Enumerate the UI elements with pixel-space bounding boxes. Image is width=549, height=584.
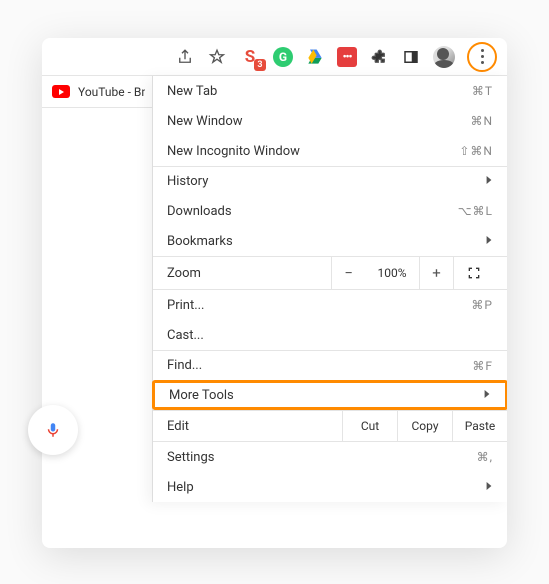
- kebab-dot-icon: [481, 49, 484, 52]
- shortcut: ⌘T: [472, 84, 493, 98]
- voice-search-button[interactable]: [28, 405, 78, 455]
- kebab-dot-icon: [481, 55, 484, 58]
- zoom-controls: − 100% +: [331, 256, 493, 290]
- zoom-out-button[interactable]: −: [331, 256, 365, 290]
- menu-item-downloads[interactable]: Downloads ⌥⌘L: [153, 196, 507, 226]
- menu-label: Bookmarks: [167, 234, 233, 249]
- shortcut: ⌘P: [471, 298, 493, 312]
- menu-item-new-incognito[interactable]: New Incognito Window ⇧⌘N: [153, 136, 507, 166]
- menu-label: Print...: [167, 298, 204, 313]
- menu-item-help[interactable]: Help: [153, 472, 507, 502]
- microphone-icon: [44, 419, 62, 441]
- menu-label: Help: [167, 480, 194, 495]
- submenu-arrow-icon: [485, 234, 493, 249]
- edit-cut-button[interactable]: Cut: [342, 411, 397, 441]
- zoom-in-button[interactable]: +: [419, 256, 453, 290]
- menu-label: New Incognito Window: [167, 144, 300, 159]
- menu-label: Cast...: [167, 328, 204, 343]
- menu-item-bookmarks[interactable]: Bookmarks: [153, 226, 507, 256]
- menu-item-more-tools[interactable]: More Tools: [152, 380, 507, 410]
- fullscreen-button[interactable]: [453, 256, 493, 290]
- menu-label: History: [167, 174, 208, 189]
- browser-window: S 3 G ••• YouTube - Br New Tab ⌘T New: [42, 38, 507, 548]
- menu-item-history[interactable]: History: [153, 166, 507, 196]
- menu-item-new-tab[interactable]: New Tab ⌘T: [153, 76, 507, 106]
- menu-item-find[interactable]: Find... ⌘F: [153, 350, 507, 380]
- shortcut: ⌘,: [477, 450, 493, 464]
- browser-toolbar: S 3 G •••: [42, 38, 507, 76]
- youtube-favicon-icon: [52, 85, 70, 98]
- tab-title[interactable]: YouTube - Br: [78, 85, 145, 99]
- menu-item-zoom: Zoom − 100% +: [153, 256, 507, 290]
- kebab-dot-icon: [481, 61, 484, 64]
- extension-s-icon[interactable]: S 3: [239, 46, 261, 68]
- submenu-arrow-icon: [485, 174, 493, 189]
- zoom-value: 100%: [365, 266, 419, 280]
- menu-label: New Tab: [167, 84, 217, 99]
- reader-panel-icon[interactable]: [401, 47, 421, 67]
- google-drive-icon[interactable]: [305, 47, 325, 67]
- menu-item-cast[interactable]: Cast...: [153, 320, 507, 350]
- submenu-arrow-icon: [485, 480, 493, 495]
- fullscreen-icon: [466, 265, 482, 281]
- shortcut: ⌥⌘L: [458, 204, 493, 218]
- menu-label: Downloads: [167, 204, 232, 219]
- edit-paste-button[interactable]: Paste: [452, 411, 507, 441]
- menu-label: More Tools: [169, 388, 234, 403]
- menu-label: Zoom: [167, 266, 201, 281]
- extension-s-badge: 3: [254, 59, 266, 71]
- lastpass-icon[interactable]: •••: [337, 47, 357, 67]
- shortcut: ⌘F: [472, 359, 493, 373]
- profile-avatar-icon[interactable]: [433, 46, 455, 68]
- extensions-puzzle-icon[interactable]: [369, 47, 389, 67]
- share-icon[interactable]: [175, 47, 195, 67]
- shortcut: ⌘N: [470, 114, 493, 128]
- edit-copy-button[interactable]: Copy: [397, 411, 452, 441]
- chrome-main-menu: New Tab ⌘T New Window ⌘N New Incognito W…: [152, 76, 507, 502]
- grammarly-icon[interactable]: G: [273, 47, 293, 67]
- menu-item-edit: Edit Cut Copy Paste: [153, 410, 507, 442]
- menu-item-new-window[interactable]: New Window ⌘N: [153, 106, 507, 136]
- bookmark-star-icon[interactable]: [207, 47, 227, 67]
- shortcut: ⇧⌘N: [459, 144, 493, 158]
- menu-label: Find...: [167, 358, 202, 373]
- menu-item-settings[interactable]: Settings ⌘,: [153, 442, 507, 472]
- chrome-menu-button[interactable]: [467, 42, 497, 72]
- menu-label: New Window: [167, 114, 243, 129]
- menu-label: Edit: [153, 411, 342, 441]
- submenu-arrow-icon: [483, 388, 491, 403]
- menu-label: Settings: [167, 450, 214, 465]
- menu-item-print[interactable]: Print... ⌘P: [153, 290, 507, 320]
